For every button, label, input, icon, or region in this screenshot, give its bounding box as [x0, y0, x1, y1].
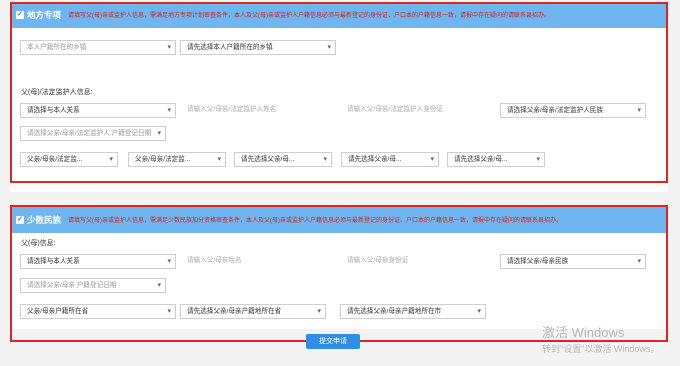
county-select[interactable]: 请先选择父亲/母亲户籍地所在市: [340, 304, 486, 319]
section-ethnic-minority: ✓ 少数民族 请填写父(母)亲或监护人信息，需满足少数民族加分资格审查条件，本人…: [10, 207, 668, 329]
parent-id-input[interactable]: 请输入父/母亲身份证: [340, 254, 496, 269]
section-title: 地方专项: [27, 10, 62, 20]
submit-button[interactable]: 提交申请: [306, 334, 360, 349]
section-title: 少数民族: [27, 215, 62, 225]
relation-select[interactable]: 请选择与本人关系: [20, 254, 176, 269]
location-select-4[interactable]: 请先选择父亲/母...: [341, 152, 439, 167]
section-local-special: ✓ 地方专项 请填写父(母)亲或监护人信息，需满足地方专项计划审查条件，本人及父…: [10, 2, 668, 192]
guardian-ethnic-select[interactable]: 请选择父亲/母亲/法定监护人民族: [500, 103, 646, 118]
parent-label: 父(母)信息:: [21, 240, 56, 247]
guardian-name-input[interactable]: 请输入父/母亲/法定监护人姓名: [180, 103, 336, 118]
parent-name-input[interactable]: 请输入父/母亲姓名: [180, 254, 336, 269]
checkbox-ethnic-minority[interactable]: ✓: [16, 216, 24, 224]
registration-date-input[interactable]: 请选择父亲/母亲/法定监护人 户籍登记日期: [20, 126, 166, 141]
section-notice: 请填写父(母)亲或监护人信息，需满足少数民族加分资格审查条件，本人及父(母)亲或…: [68, 218, 562, 224]
location-select-2[interactable]: 父亲/母亲/法定监...: [128, 152, 226, 167]
registration-date-input[interactable]: 请选择父亲/母亲 户籍登记日期: [20, 278, 166, 293]
town-select-2[interactable]: 请先选择本人户籍所在的乡镇: [180, 40, 336, 55]
windows-activation-hint: 转到"设置"以激活 Windows。: [542, 344, 660, 354]
location-select-1[interactable]: 父亲/母亲/法定监...: [20, 152, 118, 167]
town-select[interactable]: 本人户籍所在的乡镇: [20, 40, 176, 55]
parent-ethnic-select[interactable]: 请选择父亲/母亲民族: [500, 254, 646, 269]
windows-activation-title: 激活 Windows: [542, 325, 625, 340]
section-header: ✓ 少数民族 请填写父(母)亲或监护人信息，需满足少数民族加分资格审查条件，本人…: [10, 207, 668, 233]
guardian-label: 父(母)/法定监护人信息:: [21, 89, 93, 96]
section-header: ✓ 地方专项 请填写父(母)亲或监护人信息，需满足地方专项计划审查条件，本人及父…: [10, 2, 668, 28]
location-select-5[interactable]: 请先选择父亲/母...: [447, 152, 545, 167]
relation-select[interactable]: 请选择与本人关系: [20, 103, 176, 118]
province-select[interactable]: 父亲/母亲户籍所在省: [20, 304, 176, 319]
city-select[interactable]: 请先选择父亲/母亲户籍地所在省: [180, 304, 326, 319]
section-notice: 请填写父(母)亲或监护人信息，需满足地方专项计划审查条件，本人及父(母)亲或监护…: [68, 13, 550, 19]
checkbox-local-special[interactable]: ✓: [16, 11, 24, 19]
location-select-3[interactable]: 请先选择父亲/母...: [234, 152, 332, 167]
guardian-id-input[interactable]: 请输入父/母亲/法定监护人身份证: [340, 103, 496, 118]
